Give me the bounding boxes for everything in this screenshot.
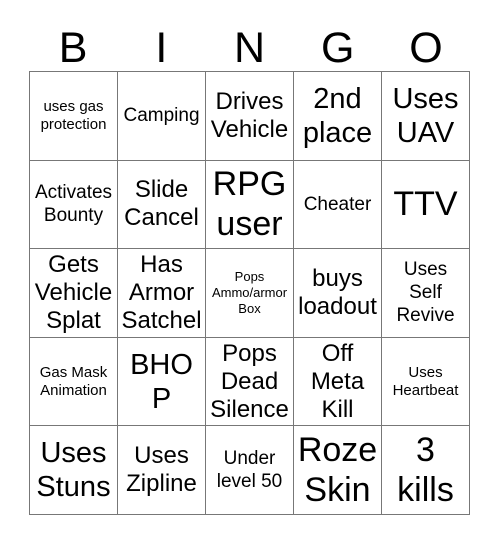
- bingo-cell-label: TTV: [393, 185, 458, 224]
- bingo-cell-label: Uses Zipline: [126, 442, 197, 498]
- bingo-cell-label: Drives Vehicle: [210, 87, 289, 143]
- bingo-cell-r1c2[interactable]: Camping: [118, 72, 206, 161]
- bingo-cell-r5c4[interactable]: Roze Skin: [294, 426, 382, 515]
- bingo-cell-r1c1[interactable]: uses gas protection: [30, 72, 118, 161]
- bingo-cell-label: Has Armor Satchel: [121, 251, 202, 334]
- bingo-cell-r2c2[interactable]: Slide Cancel: [118, 160, 206, 250]
- bingo-cell-label: Uses UAV: [392, 82, 459, 149]
- bingo-cell-r2c4[interactable]: Cheater: [294, 160, 382, 250]
- bingo-cell-r2c1[interactable]: Activates Bounty: [30, 160, 118, 250]
- bingo-header-letter-o: O: [409, 24, 443, 72]
- bingo-cell-label: Uses Self Revive: [396, 259, 455, 327]
- bingo-cell-r1c3[interactable]: Drives Vehicle: [206, 72, 294, 161]
- bingo-cell-label: Slide Cancel: [124, 176, 199, 232]
- bingo-cell-r5c5[interactable]: 3 kills: [382, 426, 470, 515]
- bingo-cell-label: Under level 50: [216, 448, 283, 493]
- bingo-cell-label: buys loadout: [298, 264, 377, 320]
- bingo-cell-r3c4[interactable]: buys loadout: [294, 249, 382, 338]
- bingo-cell-r5c1[interactable]: Uses Stuns: [30, 426, 118, 515]
- bingo-cell-label: uses gas protection: [40, 97, 107, 133]
- bingo-grid: uses gas protection Camping Drives Vehicle…: [29, 71, 470, 515]
- bingo-cell-label: 3 kills: [397, 431, 454, 510]
- bingo-cell-r4c1[interactable]: Gas Mask Animation: [30, 337, 118, 427]
- bingo-header-letter-g: G: [320, 24, 355, 72]
- bingo-cell-label: Pops Dead Silence: [210, 339, 289, 423]
- bingo-cell-r4c4[interactable]: Off Meta Kill: [294, 337, 382, 427]
- bingo-cell-r1c5[interactable]: Uses UAV: [382, 72, 470, 161]
- bingo-cell-r3c3[interactable]: Pops Ammo/armor Box: [206, 249, 294, 338]
- bingo-cell-label: Roze Skin: [297, 431, 378, 510]
- bingo-cell-r3c5[interactable]: Uses Self Revive: [382, 249, 470, 338]
- bingo-cell-label: BHOP: [130, 348, 193, 415]
- bingo-header-letter-i: I: [155, 24, 168, 72]
- bingo-cell-label: Activates Bounty: [34, 182, 113, 227]
- bingo-cell-label: Pops Ammo/armor Box: [211, 268, 288, 316]
- bingo-cell-r4c2[interactable]: BHOP: [118, 337, 206, 427]
- bingo-cell-r5c2[interactable]: Uses Zipline: [118, 426, 206, 515]
- bingo-cell-r5c3[interactable]: Under level 50: [206, 426, 294, 515]
- bingo-cell-label: 2nd place: [302, 82, 373, 149]
- bingo-cell-label: Uses Heartbeat: [392, 363, 459, 399]
- bingo-cell-label: Gets Vehicle Splat: [34, 251, 113, 334]
- bingo-cell-r4c5[interactable]: Uses Heartbeat: [382, 337, 470, 427]
- bingo-cell-label: RPG user: [212, 165, 287, 244]
- bingo-cell-r2c5[interactable]: TTV: [382, 160, 470, 250]
- bingo-cell-label: Uses Stuns: [36, 437, 111, 504]
- bingo-cell-r3c2[interactable]: Has Armor Satchel: [118, 249, 206, 338]
- bingo-header-row: B I N G O: [29, 18, 470, 71]
- bingo-cell-r4c3[interactable]: Pops Dead Silence: [206, 337, 294, 427]
- bingo-cell-r1c4[interactable]: 2nd place: [294, 72, 382, 161]
- bingo-cell-label: Off Meta Kill: [310, 339, 365, 423]
- bingo-header-letter-b: B: [58, 24, 88, 72]
- bingo-cell-label: Camping: [123, 105, 200, 127]
- bingo-cell-label: Gas Mask Animation: [39, 363, 108, 399]
- bingo-header-letter-n: N: [233, 24, 266, 72]
- bingo-card: B I N G O uses gas protection Camping Driv…: [0, 0, 500, 544]
- bingo-cell-r3c1[interactable]: Gets Vehicle Splat: [30, 249, 118, 338]
- bingo-cell-label: Cheater: [303, 193, 372, 215]
- bingo-cell-r2c3[interactable]: RPG user: [206, 160, 294, 250]
